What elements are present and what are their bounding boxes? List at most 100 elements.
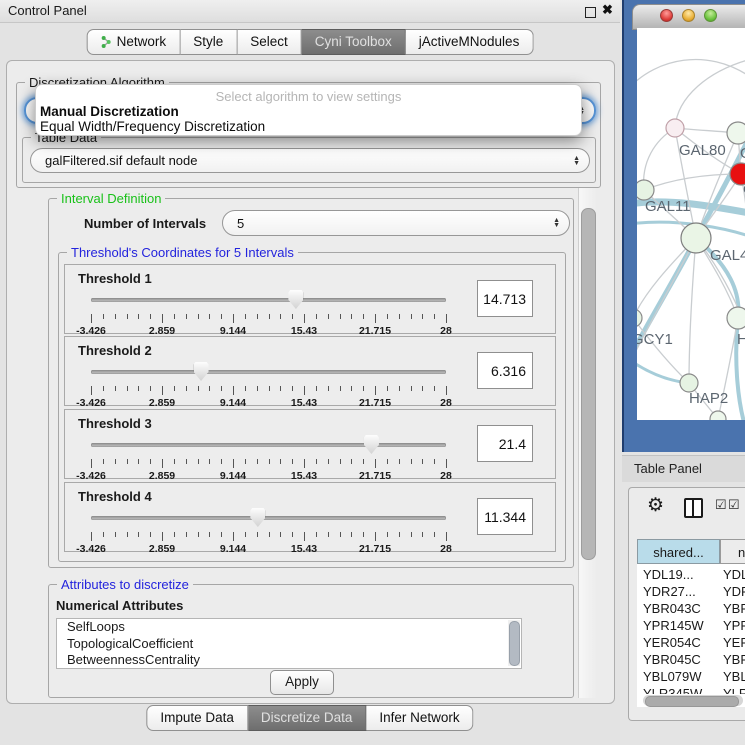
top-right-node[interactable] <box>727 122 745 144</box>
attribute-item-betweennesscentrality[interactable]: BetweennessCentrality <box>57 652 521 669</box>
cell-name[interactable]: YER0 <box>723 634 745 651</box>
tick-mark <box>351 459 352 464</box>
close-icon[interactable]: ✖ <box>602 2 613 18</box>
cell-name[interactable]: YBR0 <box>723 600 745 617</box>
numerical-attributes-list[interactable]: SelfLoopsTopologicalCoefficientBetweenne… <box>56 618 522 669</box>
table-panel-title: Table Panel <box>634 461 702 476</box>
cell-shared-name[interactable]: YDR27... <box>643 583 718 600</box>
cell-shared-name[interactable]: YBL079W <box>643 668 718 685</box>
table-row[interactable]: YBR043C YBR0 <box>637 600 745 617</box>
table-row[interactable]: YBR045C YBR0 <box>637 651 745 668</box>
threshold-value-field[interactable] <box>477 425 533 462</box>
slider-thumb[interactable] <box>288 290 303 309</box>
tick-mark <box>269 532 270 537</box>
scrollbar-thumb[interactable] <box>581 208 596 560</box>
gal11-node[interactable] <box>637 180 654 200</box>
close-traffic-light-icon[interactable] <box>660 9 673 22</box>
slider-thumb[interactable] <box>364 435 379 454</box>
slider-thumb[interactable] <box>194 362 209 381</box>
column-header-name[interactable]: na <box>720 539 745 564</box>
threshold-value-field[interactable] <box>477 498 533 535</box>
network-edge[interactable] <box>689 238 696 383</box>
cell-shared-name[interactable]: YBR045C <box>643 651 718 668</box>
tab-cyni-toolbox[interactable]: Cyni Toolbox <box>302 29 406 55</box>
scrollbar-thumb[interactable] <box>645 696 739 707</box>
table-row[interactable]: YLR345W YLR3 <box>637 685 745 694</box>
threshold-value-field[interactable] <box>477 352 533 389</box>
tick-mark <box>269 459 270 464</box>
attribute-item-selfloops[interactable]: SelfLoops <box>57 619 521 636</box>
network-edge[interactable] <box>637 59 745 88</box>
tab-network[interactable]: Network <box>87 29 181 55</box>
scrollbar-thumb[interactable] <box>509 621 520 666</box>
tick-mark <box>280 459 281 464</box>
minimize-traffic-light-icon[interactable] <box>682 9 695 22</box>
threshold-value-field[interactable] <box>477 280 533 317</box>
cell-name[interactable]: YBL0 <box>723 668 745 685</box>
tick-mark <box>446 532 447 541</box>
horizontal-scrollbar[interactable] <box>643 695 743 706</box>
tab-label: Style <box>193 30 223 54</box>
slider-track[interactable] <box>91 443 446 447</box>
tab-jactivemnodules[interactable]: jActiveMNodules <box>406 29 534 55</box>
slider-track[interactable] <box>91 298 446 302</box>
cell-name[interactable]: YLR3 <box>723 685 745 694</box>
cell-name[interactable]: YDL1 <box>723 566 745 583</box>
tick-mark <box>186 459 187 464</box>
checkbox-icon[interactable]: ☑ <box>728 497 740 513</box>
tick-mark <box>375 386 376 395</box>
threshold-slider[interactable]: -3.4262.8599.14415.4321.71528 <box>91 434 446 480</box>
network-window-titlebar[interactable] <box>632 4 745 30</box>
number-of-intervals-combobox[interactable]: 5 ▲▼ <box>222 210 570 236</box>
cell-shared-name[interactable]: YBR043C <box>643 600 718 617</box>
threshold-slider[interactable]: -3.4262.8599.14415.4321.71528 <box>91 361 446 407</box>
cell-shared-name[interactable]: YLR345W <box>643 685 718 694</box>
column-header-shared-name[interactable]: shared... <box>637 539 720 564</box>
panel-scrollbar[interactable] <box>578 188 597 698</box>
tab-select[interactable]: Select <box>237 29 302 55</box>
gal4-node[interactable] <box>681 223 711 253</box>
table-row[interactable]: YDR27... YDR2 <box>637 583 745 600</box>
split-columns-icon[interactable] <box>684 498 703 518</box>
slider-track[interactable] <box>91 370 446 374</box>
table-row[interactable]: YDL19... YDL1 <box>637 566 745 583</box>
tick-mark <box>245 314 246 319</box>
list-scrollbar[interactable] <box>508 620 520 666</box>
tab-discretize-data[interactable]: Discretize Data <box>248 705 367 731</box>
slider-track[interactable] <box>91 516 446 520</box>
slider-thumb[interactable] <box>250 508 265 527</box>
tab-style[interactable]: Style <box>180 29 237 55</box>
cyni-mode-tabs: Impute DataDiscretize DataInfer Network <box>146 705 473 731</box>
threshold-slider[interactable]: -3.4262.8599.14415.4321.71528 <box>91 289 446 335</box>
cell-name[interactable]: YDR2 <box>723 583 745 600</box>
gear-icon[interactable]: ⚙ <box>647 494 664 517</box>
tab-impute-data[interactable]: Impute Data <box>146 705 248 731</box>
tick-mark <box>233 314 234 323</box>
h-node[interactable] <box>727 307 745 329</box>
cell-shared-name[interactable]: YER054C <box>643 634 718 651</box>
apply-button[interactable]: Apply <box>270 670 334 695</box>
cell-name[interactable]: YBR0 <box>723 651 745 668</box>
gal80-node[interactable] <box>666 119 684 137</box>
network-canvas[interactable]: GAL80GACGAL11GAL4GCY1HHAP2 <box>637 28 745 420</box>
table-data-combobox[interactable]: galFiltered.sif default node ▲▼ <box>30 148 590 173</box>
tab-infer-network[interactable]: Infer Network <box>366 705 473 731</box>
tab-label: jActiveMNodules <box>419 30 520 54</box>
checkbox-icon[interactable]: ☑ <box>715 497 727 513</box>
float-window-icon[interactable] <box>585 7 596 18</box>
gcy1-node[interactable] <box>637 309 642 327</box>
dropdown-option-equal-width-frequency[interactable]: Equal Width/Frequency Discretization <box>40 119 265 134</box>
tick-mark <box>127 314 128 319</box>
threshold-slider[interactable]: -3.4262.8599.14415.4321.71528 <box>91 507 446 553</box>
cell-shared-name[interactable]: YPR145W <box>643 617 718 634</box>
table-row[interactable]: YER054C YER0 <box>637 634 745 651</box>
tick-mark <box>186 386 187 391</box>
cell-shared-name[interactable]: YDL19... <box>643 566 718 583</box>
dropdown-option-manual-discretization[interactable]: Manual Discretization <box>40 104 179 119</box>
attribute-item-topologicalcoefficient[interactable]: TopologicalCoefficient <box>57 636 521 653</box>
threshold-panel-4: Threshold 4-3.4262.8599.14415.4321.71528 <box>64 482 556 552</box>
table-row[interactable]: YPR145W YPR1 <box>637 617 745 634</box>
cell-name[interactable]: YPR1 <box>723 617 745 634</box>
zoom-traffic-light-icon[interactable] <box>704 9 717 22</box>
table-row[interactable]: YBL079W YBL0 <box>637 668 745 685</box>
